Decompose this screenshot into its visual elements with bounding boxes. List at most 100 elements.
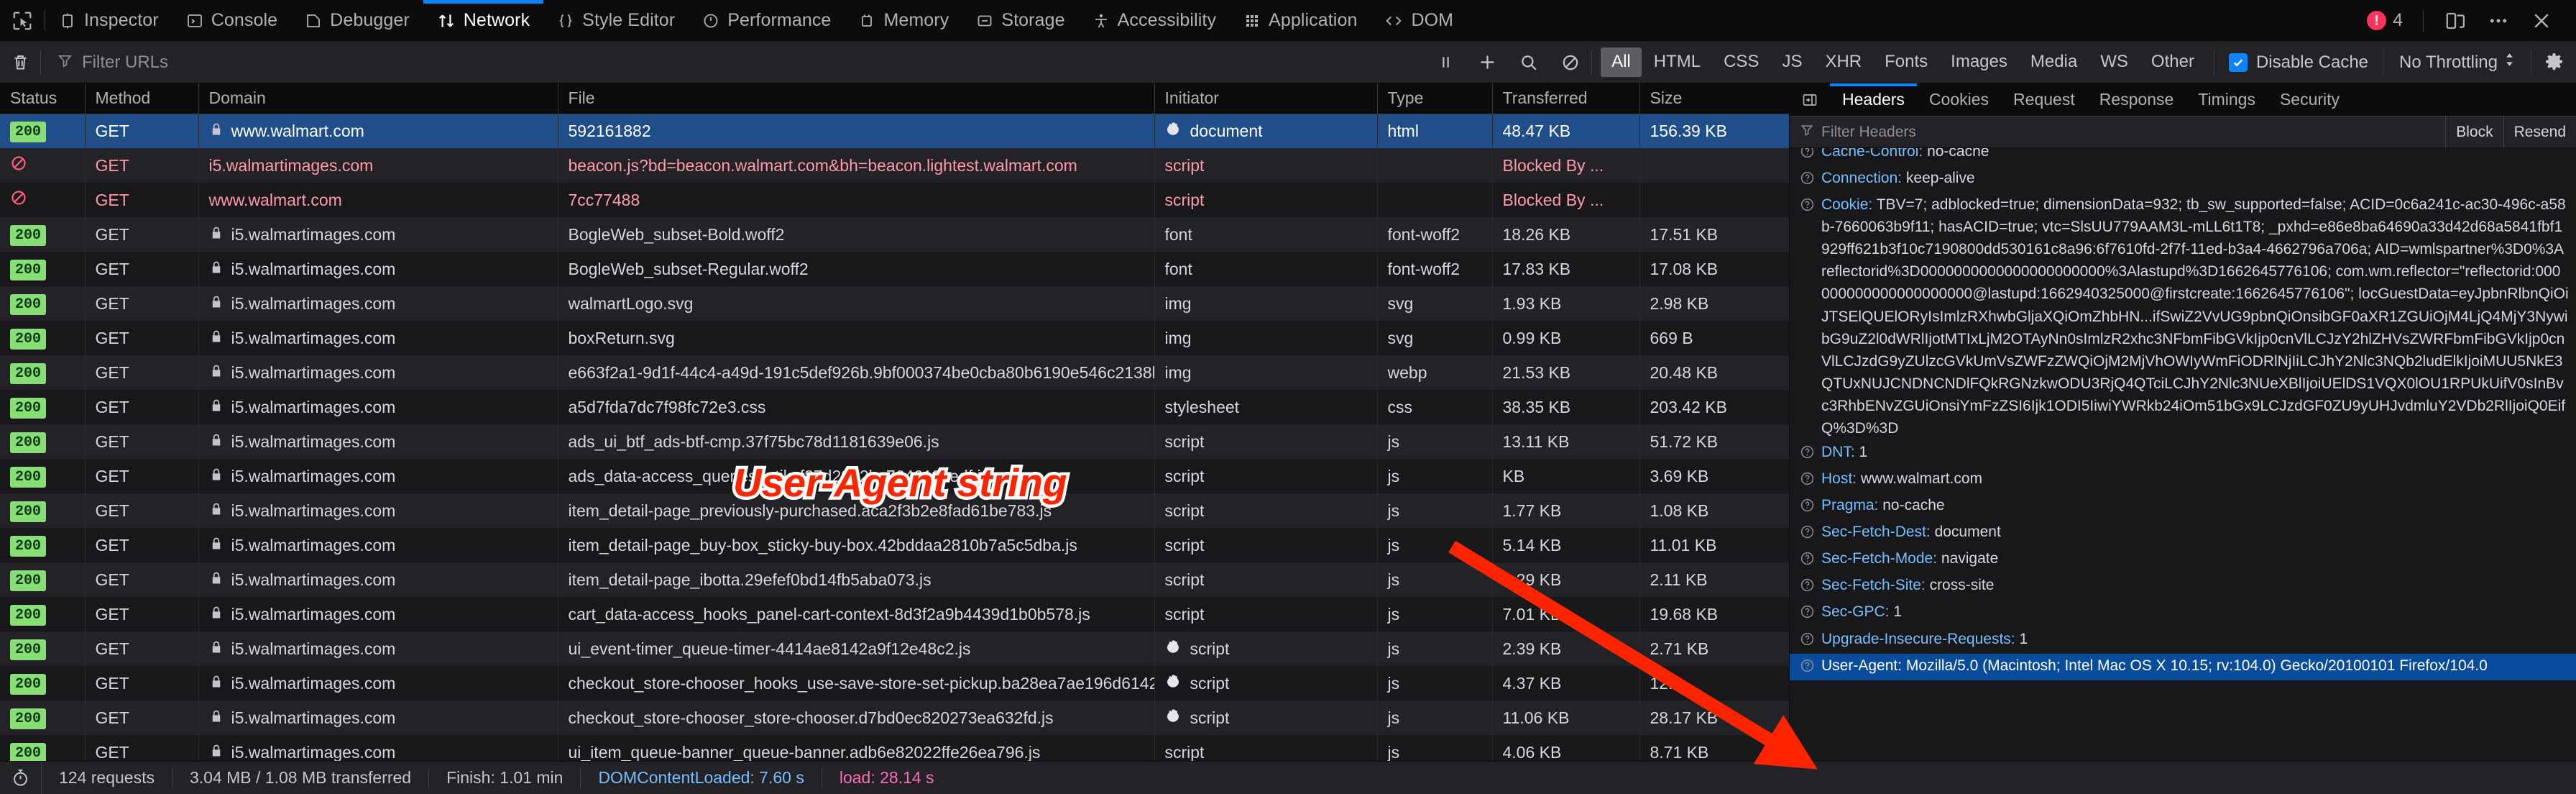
filter-css[interactable]: CSS bbox=[1713, 47, 1770, 77]
header-help-icon[interactable] bbox=[1800, 577, 1815, 599]
filter-js[interactable]: JS bbox=[1771, 47, 1813, 77]
header-row[interactable]: DNT: 1 bbox=[1790, 440, 2576, 467]
tab-storage[interactable]: Storage bbox=[962, 0, 1078, 41]
column-header-domain[interactable]: Domain bbox=[198, 83, 558, 114]
resend-button[interactable]: Resend bbox=[2503, 116, 2576, 148]
settings-gear-icon[interactable] bbox=[2531, 42, 2576, 83]
header-row[interactable]: Sec-Fetch-Site: cross-site bbox=[1790, 573, 2576, 600]
header-help-icon[interactable] bbox=[1800, 657, 1815, 680]
tab-performance[interactable]: Performance bbox=[689, 0, 845, 41]
table-row[interactable]: 200 GET i5.walmartimages.com ads_data-acces… bbox=[0, 459, 1789, 493]
table-row[interactable]: 200 GET i5.walmartimages.com ui_item_queue-… bbox=[0, 735, 1789, 761]
details-tab-timings[interactable]: Timings bbox=[2186, 83, 2268, 116]
tab-style-editor[interactable]: Style Editor bbox=[543, 0, 689, 41]
header-row[interactable]: Cookie: TBV=7; adblocked=true; dimension… bbox=[1790, 193, 2576, 440]
cell-transferred: 0.99 KB bbox=[1492, 321, 1640, 355]
close-icon[interactable] bbox=[2520, 10, 2563, 32]
disable-cache-checkbox[interactable]: Disable Cache bbox=[2214, 53, 2383, 73]
header-help-icon[interactable] bbox=[1800, 631, 1815, 653]
header-help-icon[interactable] bbox=[1800, 170, 1815, 192]
filter-xhr[interactable]: XHR bbox=[1814, 47, 1872, 77]
column-header-type[interactable]: Type bbox=[1377, 83, 1493, 114]
block-button[interactable]: Block bbox=[2445, 116, 2503, 148]
responsive-design-mode-icon[interactable] bbox=[2434, 10, 2477, 32]
column-header-file[interactable]: File bbox=[558, 83, 1155, 114]
table-row[interactable]: 200 GET i5.walmartimages.com item_detail-pa… bbox=[0, 493, 1789, 528]
table-row[interactable]: 200 GET i5.walmartimages.com ads_ui_btf_ads… bbox=[0, 424, 1789, 459]
header-help-icon[interactable] bbox=[1800, 196, 1815, 219]
header-row[interactable]: Sec-Fetch-Mode: navigate bbox=[1790, 547, 2576, 573]
clear-requests-icon[interactable] bbox=[0, 53, 40, 72]
details-tab-request[interactable]: Request bbox=[2001, 83, 2087, 116]
table-row[interactable]: GET i5.walmartimages.com beacon.js?bd=beac… bbox=[0, 148, 1789, 183]
table-row[interactable]: 200 GET i5.walmartimages.com checkout_store… bbox=[0, 701, 1789, 735]
filter-ws[interactable]: WS bbox=[2089, 47, 2139, 77]
table-row[interactable]: 200 GET i5.walmartimages.com a5d7fda7dc7f98… bbox=[0, 390, 1789, 424]
table-row[interactable]: 200 GET i5.walmartimages.com item_detail-pa… bbox=[0, 528, 1789, 562]
column-header-method[interactable]: Method bbox=[85, 83, 199, 114]
new-request-icon[interactable] bbox=[1466, 42, 1508, 83]
element-picker-icon[interactable] bbox=[0, 0, 45, 41]
table-row[interactable]: GET www.walmart.com 7cc77488 script Blocked … bbox=[0, 183, 1789, 217]
tab-memory[interactable]: Memory bbox=[845, 0, 962, 41]
pause-icon[interactable] bbox=[1425, 42, 1466, 83]
filter-media[interactable]: Media bbox=[2020, 47, 2088, 77]
header-row[interactable]: Upgrade-Insecure-Requests: 1 bbox=[1790, 627, 2576, 654]
header-help-icon[interactable] bbox=[1800, 444, 1815, 466]
table-row[interactable]: 200 GET i5.walmartimages.com e663f2a1-9d1f-… bbox=[0, 355, 1789, 390]
tab-application[interactable]: Application bbox=[1230, 0, 1371, 41]
table-row[interactable]: 200 GET i5.walmartimages.com ui_event-timer… bbox=[0, 631, 1789, 666]
details-tab-cookies[interactable]: Cookies bbox=[1917, 83, 2001, 116]
tab-console[interactable]: Console bbox=[172, 0, 291, 41]
header-row[interactable]: Cache-Control: no-cache bbox=[1790, 148, 2576, 166]
search-icon[interactable] bbox=[1508, 42, 1550, 83]
application-icon bbox=[1243, 12, 1261, 29]
details-tab-security[interactable]: Security bbox=[2268, 83, 2352, 116]
column-header-transferred[interactable]: Transferred bbox=[1492, 83, 1640, 114]
stopwatch-icon[interactable] bbox=[0, 762, 42, 794]
header-row[interactable]: Sec-Fetch-Dest: document bbox=[1790, 520, 2576, 547]
header-row[interactable]: Pragma: no-cache bbox=[1790, 493, 2576, 520]
tab-inspector[interactable]: Inspector bbox=[45, 0, 172, 41]
table-row[interactable]: 200 GET i5.walmartimages.com item_detail-pa… bbox=[0, 562, 1789, 597]
tab-dom[interactable]: DOM bbox=[1371, 0, 1467, 41]
tab-debugger[interactable]: Debugger bbox=[291, 0, 423, 41]
filter-fonts[interactable]: Fonts bbox=[1874, 47, 1938, 77]
table-row[interactable]: 200 GET i5.walmartimages.com boxReturn.svg i… bbox=[0, 321, 1789, 355]
block-requests-icon[interactable] bbox=[1550, 42, 1591, 83]
header-row[interactable]: Connection: keep-alive bbox=[1790, 166, 2576, 193]
header-help-icon[interactable] bbox=[1800, 497, 1815, 519]
table-row[interactable]: 200 GET www.walmart.com 592161882 document ht… bbox=[0, 114, 1789, 148]
header-row[interactable]: Host: www.walmart.com bbox=[1790, 467, 2576, 493]
filter-urls-input[interactable]: Filter URLs bbox=[41, 42, 1425, 83]
header-row[interactable]: User-Agent: Mozilla/5.0 (Macintosh; Inte… bbox=[1790, 653, 2576, 680]
header-help-icon[interactable] bbox=[1800, 524, 1815, 546]
table-row[interactable]: 200 GET i5.walmartimages.com BogleWeb_subse… bbox=[0, 217, 1789, 252]
column-header-size[interactable]: Size bbox=[1639, 83, 1789, 114]
filter-all[interactable]: All bbox=[1601, 47, 1642, 77]
table-row[interactable]: 200 GET i5.walmartimages.com checkout_store… bbox=[0, 666, 1789, 701]
table-row[interactable]: 200 GET i5.walmartimages.com BogleWeb_subse… bbox=[0, 252, 1789, 286]
table-row[interactable]: 200 GET i5.walmartimages.com walmartLogo.sv… bbox=[0, 286, 1789, 321]
header-help-icon[interactable] bbox=[1800, 550, 1815, 572]
header-help-icon[interactable] bbox=[1800, 470, 1815, 493]
filter-other[interactable]: Other bbox=[2140, 47, 2205, 77]
column-header-status[interactable]: Status bbox=[0, 83, 86, 114]
header-help-icon[interactable] bbox=[1800, 603, 1815, 626]
headers-list[interactable]: Cache-Control: no-cache Connection: keep-… bbox=[1790, 148, 2576, 761]
filter-images[interactable]: Images bbox=[1940, 47, 2018, 77]
throttling-dropdown[interactable]: No Throttling bbox=[2383, 52, 2531, 73]
filter-html[interactable]: HTML bbox=[1643, 47, 1711, 77]
column-header-initiator[interactable]: Initiator bbox=[1154, 83, 1378, 114]
tab-accessibility[interactable]: Accessibility bbox=[1079, 0, 1230, 41]
toggle-sidebar-icon[interactable] bbox=[1790, 83, 1830, 116]
error-count-badge[interactable]: ! 4 bbox=[2357, 10, 2413, 31]
header-row[interactable]: Sec-GPC: 1 bbox=[1790, 600, 2576, 626]
more-options-icon[interactable] bbox=[2477, 10, 2520, 32]
details-tab-headers[interactable]: Headers bbox=[1830, 83, 1917, 116]
tab-network[interactable]: Network bbox=[423, 0, 544, 41]
details-tab-response[interactable]: Response bbox=[2087, 83, 2186, 116]
filter-headers-input[interactable]: Filter Headers bbox=[1790, 123, 2445, 141]
table-row[interactable]: 200 GET i5.walmartimages.com cart_data-acce… bbox=[0, 597, 1789, 631]
header-help-icon[interactable] bbox=[1800, 148, 1815, 165]
